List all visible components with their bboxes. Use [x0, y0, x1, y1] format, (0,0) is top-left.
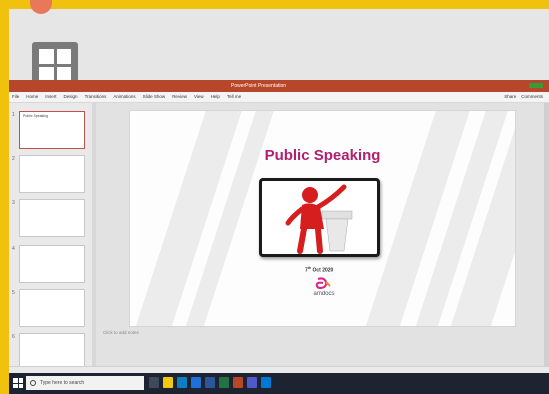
excel-icon[interactable]	[219, 377, 229, 388]
account-badge	[529, 83, 543, 89]
share-button[interactable]: Share	[504, 94, 516, 99]
comments-button[interactable]: Comments	[521, 94, 543, 99]
teams-icon[interactable]	[247, 377, 257, 388]
public-speaker-image[interactable]	[259, 178, 380, 257]
slide-thumbnail[interactable]: 4	[12, 245, 85, 283]
current-slide[interactable]: Public Speaking 7th Oct 2020 amdocs	[129, 110, 516, 327]
menu-tab-help[interactable]: Help	[211, 94, 220, 99]
windows-taskbar: Type here to search	[9, 373, 549, 394]
menu-tab-slide-show[interactable]: Slide Show	[143, 94, 166, 99]
menu-tab-home[interactable]: Home	[26, 94, 38, 99]
window-title: PowerPoint Presentation	[231, 83, 287, 89]
taskbar-search-box[interactable]: Type here to search	[26, 376, 144, 390]
notes-placeholder[interactable]: Click to add notes	[103, 330, 139, 335]
slide-thumbnail[interactable]: 1 Public Speaking	[12, 111, 85, 149]
store-icon[interactable]	[191, 377, 201, 388]
menu-tab-review[interactable]: Review	[172, 94, 187, 99]
menu-tab-design[interactable]: Design	[64, 94, 78, 99]
slide-title[interactable]: Public Speaking	[130, 147, 515, 164]
slide-number: 6	[12, 334, 15, 340]
ribbon-tabs: File Home Insert Design Transitions Animation…	[9, 92, 549, 103]
menu-tab-transitions[interactable]: Transitions	[85, 94, 107, 99]
amdocs-logo: amdocs	[306, 277, 342, 299]
outlook-icon[interactable]	[261, 377, 271, 388]
slide-scrollbar[interactable]	[544, 103, 549, 368]
slide-number: 5	[12, 290, 15, 296]
powerpoint-icon[interactable]	[233, 377, 243, 388]
slide-thumbnail[interactable]: 3	[12, 199, 85, 237]
slide-thumbnail[interactable]: 5	[12, 289, 85, 327]
task-view-icon[interactable]	[149, 377, 159, 388]
taskbar-apps	[149, 377, 271, 390]
slide-thumbnail-pane: 1 Public Speaking 2 3 4 5 6	[9, 103, 92, 373]
word-icon[interactable]	[205, 377, 215, 388]
logo-text: amdocs	[313, 291, 335, 297]
menu-tab-file[interactable]: File	[12, 94, 19, 99]
edge-icon[interactable]	[177, 377, 187, 388]
window-controls[interactable]	[525, 80, 543, 92]
slide-number: 4	[12, 246, 15, 252]
title-bar: PowerPoint Presentation	[9, 80, 549, 92]
windows-start-icon[interactable]	[13, 378, 23, 388]
menu-tab-insert[interactable]: Insert	[45, 94, 56, 99]
menu-tab-tell-me[interactable]: Tell me	[227, 94, 241, 99]
menu-tab-animations[interactable]: Animations	[113, 94, 135, 99]
search-placeholder: Type here to search	[40, 380, 85, 386]
presentation-date: 7th Oct 2020	[305, 266, 334, 274]
menu-tab-view[interactable]: View	[194, 94, 204, 99]
slide-thumbnail[interactable]: 2	[12, 155, 85, 193]
search-icon	[30, 380, 36, 386]
file-explorer-icon[interactable]	[163, 377, 173, 388]
thumbnail-title: Public Speaking	[23, 114, 49, 118]
slide-number: 3	[12, 200, 15, 206]
slide-number: 1	[12, 112, 15, 118]
slide-number: 2	[12, 156, 15, 162]
